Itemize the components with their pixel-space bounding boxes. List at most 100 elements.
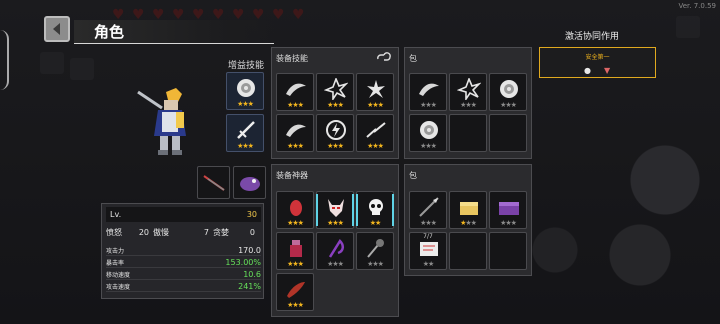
star-rating: ★ ★ ★ (490, 219, 526, 227)
equipped-skill-slot[interactable]: ★ ★ ★ (316, 73, 354, 111)
star-rating: ★ ★ ★ (277, 142, 313, 150)
heart-icon: ♥ (272, 7, 285, 23)
ice-burst-icon (367, 80, 385, 98)
empty-slot[interactable] (489, 232, 527, 270)
star-rating: ★ ★ ★ (317, 101, 353, 109)
artifact-slot[interactable]: ★ ★ ★ (276, 273, 314, 311)
stats-panel: Lv. 30 愤怒 20 傲慢 7 贪婪 0 攻击力 170.0 暴击率 153… (101, 203, 264, 299)
attack-speed-label: 攻击速度 (106, 283, 131, 291)
pet-slot[interactable] (233, 166, 266, 199)
shield-swirl-icon (500, 80, 518, 98)
star-icon: ★ (375, 219, 381, 227)
scythe-icon (328, 239, 344, 258)
equipped-skill-slot[interactable]: ★ ★ ★ (276, 73, 314, 111)
synergy-box[interactable]: 安全第一 ● ▼ (539, 47, 656, 78)
star-rating: ★ ★ (357, 219, 393, 227)
treasure-box-icon (460, 202, 478, 215)
empty-slot[interactable] (449, 114, 487, 152)
level-label: Lv. (110, 210, 122, 219)
bag-skill-slot[interactable]: ★ ★ ★ (409, 114, 447, 152)
attack-speed-value: 241% (238, 281, 261, 291)
attack-value: 170.0 (238, 245, 261, 255)
artifact-slot[interactable]: ★ ★ ★ (316, 232, 354, 270)
star-icon: ★ (510, 219, 517, 227)
artifact-slot[interactable]: ★ ★ ★ (276, 191, 314, 229)
purple-chest-icon (499, 202, 519, 215)
equipped-skill-slot[interactable]: ★ ★ ★ (356, 73, 394, 111)
star-icon: ★ (510, 101, 517, 109)
star-rating: ★ ★ ★ (277, 219, 313, 227)
attack-speed-row: 攻击速度 241% (106, 281, 261, 292)
artifact-slot[interactable]: ★ ★ ★ (356, 232, 394, 270)
bag-skills-title: 包 (409, 54, 417, 63)
thunder-orb-icon (326, 120, 346, 140)
bag-artifact-slot[interactable]: ★ ★ ★ (489, 191, 527, 229)
star-rating: ★ ★ ★ (357, 142, 393, 150)
bag-artifact-slot[interactable]: ★ ★ 7/7 (409, 232, 447, 270)
star-rating: ★ ★ ★ (317, 260, 353, 268)
star-icon: ★ (337, 142, 344, 150)
empty-slot[interactable] (489, 114, 527, 152)
item-count: 7/7 (423, 233, 433, 240)
lightning-bolt-icon (366, 122, 386, 138)
equipped-skill-slot[interactable]: ★ ★ ★ (356, 114, 394, 152)
greed-value: 0 (249, 228, 255, 237)
bag-skill-slot[interactable]: ★ ★ ★ (409, 73, 447, 111)
star-icon: ★ (247, 142, 254, 150)
star-rating: ★ ★ ★ (227, 100, 263, 108)
empty-slot[interactable] (449, 232, 487, 270)
shield-swirl-icon (237, 79, 255, 97)
link-chain-icon[interactable] (376, 52, 392, 62)
move-speed-value: 10.6 (243, 269, 261, 279)
star-rating: ★ ★ ★ (357, 260, 393, 268)
star-icon: ★ (297, 260, 304, 268)
beast-pet-icon (240, 177, 260, 191)
bag-skill-slot[interactable]: ★ ★ ★ (489, 73, 527, 111)
bag-artifacts-title: 包 (409, 171, 417, 180)
sword-icon (237, 121, 255, 139)
wrath-value: 20 (138, 228, 149, 237)
star-rating: ★ ★ ★ (357, 101, 393, 109)
spear-icon (419, 197, 439, 217)
potion-icon (290, 240, 302, 257)
equipped-skill-slot[interactable]: ★ ★ ★ (316, 114, 354, 152)
bag-artifact-slot[interactable]: ★ ★ ★ (409, 191, 447, 229)
wing-slash-icon (286, 124, 306, 137)
artifact-slot[interactable]: ★ ★ ★ (316, 191, 354, 229)
equipped-skill-slot[interactable]: ★ ★ ★ (276, 114, 314, 152)
wing-slash-icon (419, 83, 439, 96)
greed-label: 贪婪 (213, 228, 229, 237)
scroll-card-icon (420, 242, 438, 256)
star-rating: ★ ★ (410, 260, 446, 268)
artifact-slot[interactable]: ★ ★ (356, 191, 394, 229)
heart-icon: ♥ (292, 7, 305, 23)
equipped-skills-title: 装备技能 (276, 54, 308, 63)
demon-mask-icon (328, 199, 344, 217)
star-rating: ★ ★ ★ (317, 219, 353, 227)
skull-icon (369, 199, 383, 215)
buff-skill-slot[interactable]: ★ ★ ★ (226, 72, 264, 110)
star-icon: ★ (428, 260, 434, 268)
bag-skill-slot[interactable]: ★ ★ ★ (449, 73, 487, 111)
star-rating: ★ ★ ★ (410, 101, 446, 109)
back-button[interactable] (44, 16, 70, 42)
star-icon: ★ (430, 101, 437, 109)
move-speed-row: 移动速度 10.6 (106, 269, 261, 280)
weapon-slot[interactable] (197, 166, 230, 199)
bag-artifact-slot[interactable]: ★ ★ ★ (449, 191, 487, 229)
artifact-slot[interactable]: ★ ★ ★ (276, 232, 314, 270)
skull-icon: ● (584, 66, 591, 75)
lightning-burst-icon (457, 78, 481, 100)
star-icon: ★ (430, 142, 437, 150)
star-rating: ★ ★ ★ (277, 301, 313, 309)
equipped-artifacts-title: 装备神器 (276, 171, 308, 180)
star-icon: ★ (470, 101, 477, 109)
star-icon: ★ (377, 101, 384, 109)
star-icon: ★ (337, 219, 344, 227)
side-handle[interactable] (0, 30, 9, 90)
buff-skill-slot[interactable]: ★ ★ ★ (226, 114, 264, 152)
background-tile (70, 58, 94, 80)
mace-icon (367, 239, 384, 258)
wing-slash-icon (286, 83, 306, 96)
star-icon: ★ (297, 142, 304, 150)
